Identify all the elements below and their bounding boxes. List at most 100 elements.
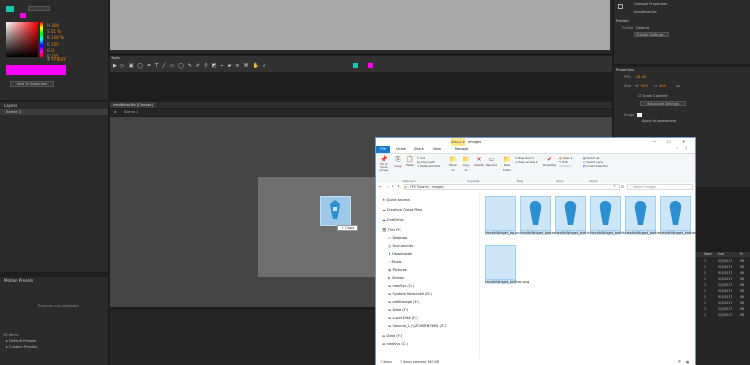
add-to-swatches-button[interactable]: Add To Swatches	[10, 81, 54, 87]
tools-stroke-swatch[interactable]	[353, 63, 358, 68]
new-folder-button[interactable]: 📁 New folder	[501, 156, 513, 173]
address-dropdown-icon[interactable]: ▾	[614, 184, 616, 188]
table-row[interactable]: 1 5/3/2017 98	[696, 283, 750, 288]
stage-canvas[interactable]	[258, 177, 378, 277]
paint-bucket-icon[interactable]: ◩	[212, 63, 221, 69]
nav-item[interactable]: ♪ Music	[388, 260, 402, 264]
table-row[interactable]: 1 5/3/2017 98	[696, 289, 750, 294]
table-row[interactable]: 1 5/3/2017 98	[696, 277, 750, 282]
nav-item[interactable]: ☁ Creative Cloud Files	[382, 208, 422, 212]
nav-item[interactable]: ⬇ Downloads	[388, 252, 412, 256]
table-row[interactable]: 1 5/3/2017 98	[696, 265, 750, 270]
nav-item[interactable]: ▬ newSys (C:)	[382, 342, 408, 346]
document-tab[interactable]: healthbar.fla [Canvas]	[110, 102, 156, 108]
tab-manage[interactable]: Manage	[455, 147, 468, 151]
nav-item[interactable]: 🖥 This PC	[382, 228, 401, 232]
tab-file[interactable]: File	[376, 146, 390, 153]
back-arrow-icon[interactable]: ◂	[114, 109, 116, 114]
color-type-select[interactable]	[28, 6, 50, 11]
stage-color-swatch[interactable]	[637, 113, 642, 117]
nav-item[interactable]: ☁ OneDrive	[382, 218, 404, 222]
tab-share[interactable]: Share	[414, 147, 424, 151]
help-icon[interactable]: ?	[685, 146, 687, 151]
easy-access-button[interactable]: ↪ Easy access ▾	[515, 160, 539, 164]
hand-tool-icon[interactable]: ✋	[253, 63, 263, 69]
nav-item[interactable]: ▤ Documents	[388, 244, 413, 248]
pin-quick-access-button[interactable]: 📌 Pin to Quick access	[378, 156, 390, 172]
zoom-tool-icon[interactable]: ⌕	[263, 63, 270, 69]
tools-fill-swatch[interactable]	[368, 63, 373, 68]
selection-tool-icon[interactable]: ▶	[113, 63, 121, 69]
breadcrumb-item[interactable]: images	[432, 185, 444, 189]
file-thumbnail[interactable]: HealthWidget_bottleg_Blue.png	[625, 196, 679, 244]
size-width-value[interactable]: 550	[641, 84, 648, 88]
nav-item[interactable]: ★ Quick access	[382, 198, 410, 202]
lasso-icon[interactable]: ◯	[137, 63, 147, 69]
preset-folder-custom[interactable]: ▸ Custom Presets	[6, 345, 37, 349]
scale-content-checkbox[interactable]: ☐ Scale Content	[638, 94, 667, 98]
pencil-icon[interactable]: ✎	[188, 63, 196, 69]
copy-button[interactable]: ⎘ Copy	[393, 156, 403, 169]
fps-value[interactable]: 24.00	[636, 75, 646, 79]
camera-icon[interactable]: ⌘	[244, 63, 253, 69]
nav-item[interactable]: ▣ Pictures	[388, 268, 407, 272]
table-row[interactable]: 1 5/3/2017 98	[696, 259, 750, 264]
rename-button[interactable]: ▭ Rename	[486, 156, 497, 168]
large-icons-view-icon[interactable]: ▦	[686, 359, 689, 365]
preset-folder-default[interactable]: ▸ Default Presets	[6, 339, 36, 343]
details-view-icon[interactable]: ☰	[678, 359, 681, 365]
search-input[interactable]: ⌕ Search images	[627, 184, 693, 190]
breadcrumb-item[interactable]: FPS Tutorial	[410, 185, 429, 189]
properties-button[interactable]: ✔ Properties	[543, 156, 556, 168]
layer-row[interactable]: Scene 1	[0, 109, 108, 115]
delete-button[interactable]: ✕ Delete	[474, 156, 484, 168]
recent-icon[interactable]: ▾	[392, 184, 394, 188]
invert-selection-button[interactable]: ◩ Invert selection	[583, 164, 613, 168]
nav-item[interactable]: ▬ Volume_1 (\\ZCMIRNTKM) (Z:)	[388, 324, 446, 328]
move-to-button[interactable]: 📁 Move to	[448, 156, 458, 173]
nav-item[interactable]: ▬ Data (F:)	[382, 334, 402, 338]
stroke-swatch[interactable]	[6, 6, 14, 12]
table-row[interactable]: 1 5/3/2017 98	[696, 313, 750, 318]
paste-button[interactable]: 📋 Paste	[405, 156, 415, 168]
copy-to-button[interactable]: 📁 Copy to	[461, 156, 471, 173]
tab-home[interactable]: Home	[396, 147, 406, 151]
width-tool-icon[interactable]: ≋	[235, 63, 243, 69]
table-row[interactable]: 1 5/3/2017 98	[696, 307, 750, 312]
subselect-tool-icon[interactable]: ▷	[121, 63, 129, 69]
brush-icon[interactable]: ✐	[196, 63, 204, 69]
nav-item[interactable]: ▬ System Reserved (D:)	[388, 292, 432, 296]
tab-view[interactable]: View	[433, 147, 441, 151]
color-picker-field[interactable]	[6, 22, 38, 57]
eyedropper-icon[interactable]: ⌁	[221, 63, 228, 69]
refresh-icon[interactable]: ↻	[621, 184, 624, 189]
advanced-settings-button[interactable]: Advanced Settings	[640, 101, 686, 106]
nav-item[interactable]: ▭ Desktop	[388, 236, 407, 240]
file-thumbnail[interactable]: HealthWidget_bottleg_Blue_L.png	[660, 196, 717, 244]
history-button[interactable]: ⟲ History	[559, 164, 581, 168]
file-thumbnail[interactable]: HealthWidget_bottHand_Blue.png	[555, 196, 612, 244]
hue-slider[interactable]	[40, 22, 43, 57]
profile-select[interactable]: Default	[636, 26, 649, 30]
forward-icon[interactable]: →	[386, 184, 389, 189]
nav-item[interactable]: ▬ Local Disk (F:)	[388, 316, 418, 320]
file-thumbnail[interactable]: HealthWidget_bottHand_Blue_L.png	[590, 196, 651, 244]
file-thumbnail[interactable]: HealthWidget_bottbody_Blue.png	[520, 196, 577, 244]
maximize-icon[interactable]: ☐	[667, 139, 671, 144]
rectangle-tool-icon[interactable]: ▭	[169, 63, 178, 69]
table-row[interactable]: 1 5/3/2017 98	[696, 271, 750, 276]
table-row[interactable]: 1 5/3/2017 98	[696, 301, 750, 306]
file-thumbnail[interactable]: HealthWidget_bg.png	[485, 196, 522, 244]
file-thumbnail[interactable]: HealthWidget_skillbar.png	[485, 245, 529, 293]
minimize-icon[interactable]: —	[652, 139, 656, 144]
up-icon[interactable]: ↑	[397, 184, 400, 189]
oval-tool-icon[interactable]: ◯	[178, 63, 188, 69]
nav-item[interactable]: ▶ Videos	[388, 276, 404, 280]
apply-pasteboard-label[interactable]: Apply to pasteboard	[642, 119, 676, 123]
nav-item[interactable]: ▬ Data (F:)	[388, 308, 408, 312]
size-height-value[interactable]: 400	[659, 84, 666, 88]
ribbon-collapse-icon[interactable]: ⌃	[676, 147, 679, 151]
nav-item[interactable]: ▬ oldStorage (E:)	[388, 300, 420, 304]
publish-settings-button[interactable]: Publish Settings...	[634, 32, 669, 37]
back-icon[interactable]: ←	[379, 184, 382, 189]
